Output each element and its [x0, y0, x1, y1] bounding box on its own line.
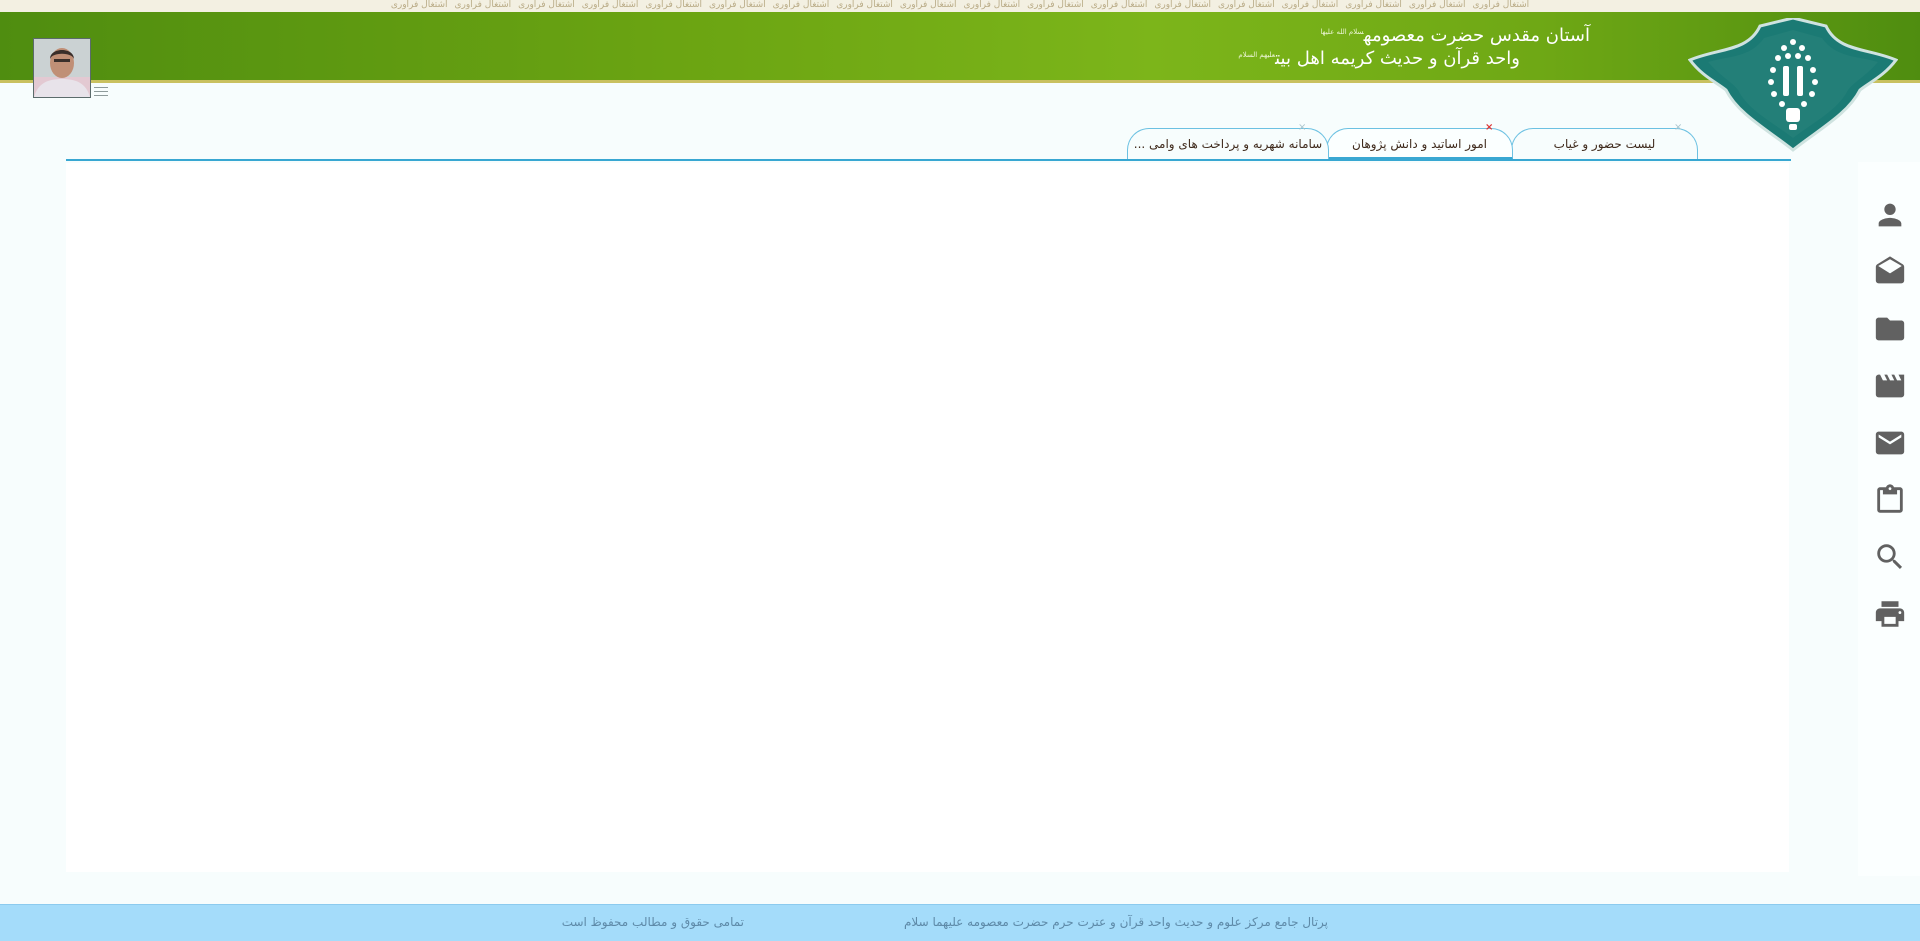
mail-icon[interactable] — [1873, 426, 1907, 460]
top-ticker: اشتغال فرآوری اشتغال فرآوری اشتغال فرآور… — [0, 0, 1920, 12]
site-logo[interactable] — [1687, 16, 1899, 152]
tab-label: امور اساتید و دانش پژوهان — [1352, 137, 1487, 151]
ticker-item[interactable]: اشتغال فرآوری — [963, 0, 1020, 10]
tab-close-icon[interactable]: × — [1674, 123, 1682, 133]
ticker-item[interactable]: اشتغال فرآوری — [709, 0, 766, 10]
ticker-item[interactable]: اشتغال فرآوری — [1282, 0, 1339, 10]
ticker-item[interactable]: اشتغال فرآوری — [1027, 0, 1084, 10]
ticker-item[interactable]: اشتغال فرآوری — [454, 0, 511, 10]
ticker-item[interactable]: اشتغال فرآوری — [773, 0, 830, 10]
movie-icon[interactable] — [1873, 369, 1907, 403]
brand-title: آستان مقدس حضرت معصومهسلام الله علیها — [1300, 25, 1590, 46]
footer-copyright: تمامی حقوق و مطالب محفوظ است — [561, 915, 744, 929]
tab-label: سامانه شهریه و پرداخت های وامی ... — [1133, 137, 1323, 151]
person-icon[interactable] — [1873, 198, 1907, 232]
tab-attendance-list[interactable]: × لیست حضور و غیاب — [1511, 123, 1698, 160]
tab-content-area — [66, 163, 1789, 872]
user-avatar[interactable] — [33, 38, 91, 98]
clipboard-icon[interactable] — [1873, 483, 1907, 517]
tab-close-icon[interactable]: × — [1298, 123, 1306, 133]
tab-bar-underline — [66, 159, 1791, 161]
ticker-item[interactable]: اشتغال فرآوری — [1409, 0, 1466, 10]
menu-icon[interactable] — [94, 87, 108, 97]
site-footer: پرتال جامع مرکز علوم و حدیث واحد قرآن و … — [0, 904, 1920, 941]
brand-title-honorific: سلام الله علیها — [1320, 28, 1364, 36]
ticker-item[interactable]: اشتغال فرآوری — [1472, 0, 1529, 10]
tab-label: لیست حضور و غیاب — [1553, 137, 1656, 151]
ticker-item[interactable]: اشتغال فرآوری — [518, 0, 575, 10]
ticker-item[interactable]: اشتغال فرآوری — [645, 0, 702, 10]
ticker-item[interactable]: اشتغال فرآوری — [1154, 0, 1211, 10]
ticker-item[interactable]: اشتغال فرآوری — [836, 0, 893, 10]
site-header: آستان مقدس حضرت معصومهسلام الله علیها وا… — [0, 12, 1920, 83]
tab-close-icon[interactable]: × — [1485, 123, 1493, 133]
right-sidebar — [1858, 162, 1920, 876]
ticker-item[interactable]: اشتغال فرآوری — [391, 0, 448, 10]
drafts-icon[interactable] — [1873, 255, 1907, 289]
footer-portal-text: پرتال جامع مرکز علوم و حدیث واحد قرآن و … — [903, 915, 1328, 929]
tab-teachers-students[interactable]: × امور اساتید و دانش پژوهان — [1326, 123, 1513, 160]
search-icon[interactable] — [1873, 540, 1907, 574]
brand-subtitle-honorific: علیهم السلام — [1238, 51, 1276, 59]
print-icon[interactable] — [1873, 597, 1907, 631]
brand-subtitle-text: واحد قرآن و حدیث کریمه اهل بیت — [1275, 48, 1520, 69]
ticker-item[interactable]: اشتغال فرآوری — [1345, 0, 1402, 10]
brand-title-text: آستان مقدس حضرت معصومه — [1363, 25, 1590, 46]
ticker-item[interactable]: اشتغال فرآوری — [1091, 0, 1148, 10]
ticker-item[interactable]: اشتغال فرآوری — [1218, 0, 1275, 10]
folder-icon[interactable] — [1873, 312, 1907, 346]
ticker-item[interactable]: اشتغال فرآوری — [900, 0, 957, 10]
tab-tuition-system[interactable]: × سامانه شهریه و پرداخت های وامی ... — [1127, 123, 1329, 160]
brand-subtitle: واحد قرآن و حدیث کریمه اهل بیتعلیهم السل… — [1238, 48, 1520, 69]
ticker-item[interactable]: اشتغال فرآوری — [582, 0, 639, 10]
